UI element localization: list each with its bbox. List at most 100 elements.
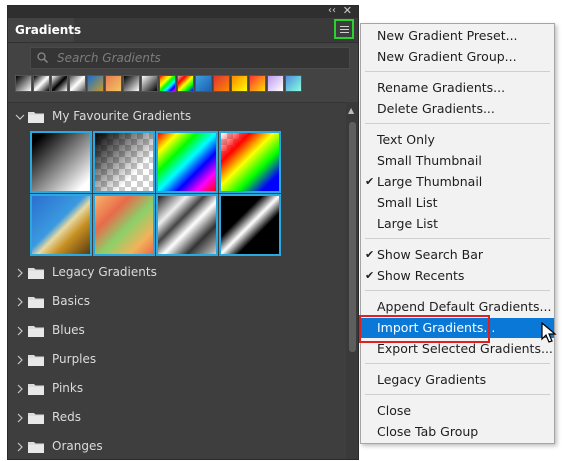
menu-item[interactable]: Close [361,401,554,421]
chevron-right-icon[interactable] [14,296,26,308]
recent-swatch[interactable] [51,75,68,92]
menu-item[interactable]: Delete Gradients... [361,99,554,119]
menu-item[interactable]: ✔ Show Recents [361,266,554,286]
group-row[interactable]: Pinks [8,377,346,401]
recent-swatch[interactable] [33,75,50,92]
menu-item-label: Close Tab Group [377,424,479,439]
checkmark-icon: ✔ [365,248,375,261]
recent-swatch[interactable] [213,75,230,92]
group-label: Oranges [52,439,103,453]
folder-icon [28,268,44,279]
collapse-panel-icon[interactable]: ‹‹ [328,6,336,16]
menu-separator [365,363,550,364]
gradient-thumbnail[interactable] [30,194,92,256]
gradient-thumbnail[interactable] [93,131,155,193]
search-icon [37,52,48,63]
recent-swatch[interactable] [69,75,86,92]
menu-item-label: Legacy Gradients [377,372,487,387]
menu-item[interactable]: Rename Gradients... [361,78,554,98]
chevron-right-icon[interactable] [14,267,26,279]
recent-swatch[interactable] [249,75,266,92]
panel-flyout-menu: New Gradient Preset... New Gradient Group… [360,23,555,444]
gradient-thumbnail[interactable] [156,131,218,193]
group-row[interactable]: Basics [8,290,346,314]
gradient-thumbnail[interactable] [156,194,218,256]
chevron-right-icon[interactable] [14,412,26,424]
recent-swatch[interactable] [105,75,122,92]
menu-item[interactable]: ✔ Show Search Bar [361,245,554,265]
chevron-right-icon[interactable] [14,383,26,395]
recent-swatches [15,75,303,93]
tab-gradients[interactable]: Gradients [8,18,81,42]
panel-titlebar: ‹‹ ✕ [8,6,358,18]
menu-item[interactable]: Append Default Gradients... [361,297,554,317]
checkmark-icon: ✔ [365,269,375,282]
recent-swatch[interactable] [177,75,194,92]
group-label: My Favourite Gradients [52,109,192,123]
recent-swatch[interactable] [231,75,248,92]
recent-swatch[interactable] [285,75,302,92]
recent-swatch[interactable] [267,75,284,92]
gradient-thumbnail[interactable] [219,131,281,193]
folder-icon [28,112,44,123]
scroll-up-icon[interactable]: ▲ [348,106,354,115]
recent-swatch[interactable] [159,75,176,92]
menu-separator [365,238,550,239]
group-row[interactable]: Purples [8,348,346,372]
menu-separator [365,394,550,395]
menu-item[interactable]: Small Thumbnail [361,151,554,171]
gradient-thumbnail[interactable] [219,194,281,256]
recent-swatch[interactable] [87,75,104,92]
menu-item-label: Rename Gradients... [377,80,506,95]
menu-item-label: Text Only [377,132,435,147]
panel-scrollbar[interactable]: ▲ [346,102,358,459]
menu-item-label: Small Thumbnail [377,153,482,168]
gradient-thumbnail[interactable] [93,194,155,256]
chevron-down-icon[interactable] [14,111,26,123]
folder-icon [28,326,44,337]
group-label: Reds [52,410,82,424]
mouse-cursor-icon [541,322,557,343]
group-row[interactable]: Reds [8,406,346,430]
menu-item[interactable]: ✔ Large Thumbnail [361,172,554,192]
hamburger-icon-line [340,29,349,30]
gradient-list: My Favourite Gradients Legacy Gradients B… [8,102,346,459]
menu-item-label: Show Recents [377,268,465,283]
group-row[interactable]: Oranges [8,435,346,459]
recent-swatch[interactable] [195,75,212,92]
menu-separator [365,290,550,291]
group-label: Basics [52,294,91,308]
checkmark-icon: ✔ [365,175,375,188]
recent-swatch[interactable] [141,75,158,92]
folder-icon [28,442,44,453]
menu-item[interactable]: Small List [361,193,554,213]
folder-icon [28,297,44,308]
close-panel-icon[interactable]: ✕ [343,6,352,17]
menu-item[interactable]: Large List [361,214,554,234]
recent-swatch[interactable] [15,75,32,92]
scroll-thumb[interactable] [349,122,356,352]
panel-menu-button[interactable] [334,19,354,39]
menu-item-label: Large Thumbnail [377,174,483,189]
chevron-right-icon[interactable] [14,325,26,337]
menu-item-label: New Gradient Group... [377,49,517,64]
menu-item[interactable]: New Gradient Group... [361,47,554,67]
group-row-favourites[interactable]: My Favourite Gradients [8,105,346,129]
panel-tabbar: Gradients [8,18,358,43]
group-row[interactable]: Legacy Gradients [8,261,346,285]
menu-item[interactable]: Text Only [361,130,554,150]
menu-item-label: Append Default Gradients... [377,299,552,314]
chevron-right-icon[interactable] [14,441,26,453]
menu-item[interactable]: Close Tab Group [361,422,554,442]
menu-item[interactable]: New Gradient Preset... [361,26,554,46]
search-input[interactable]: Search Gradients [30,47,350,69]
group-label: Legacy Gradients [52,265,157,279]
chevron-right-icon[interactable] [14,354,26,366]
recent-swatch[interactable] [123,75,140,92]
menu-item[interactable]: Legacy Gradients [361,370,554,390]
menu-separator [365,123,550,124]
group-row[interactable]: Blues [8,319,346,343]
folder-icon [28,384,44,395]
gradient-thumbnail[interactable] [30,131,92,193]
menu-item-label: Small List [377,195,438,210]
